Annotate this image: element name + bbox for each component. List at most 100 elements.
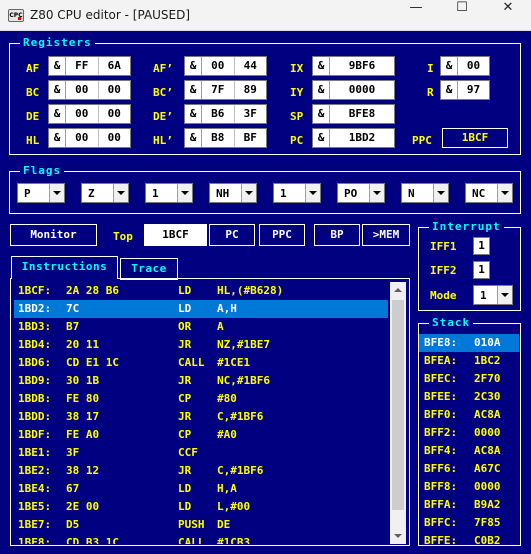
stack-entry[interactable]: BFF4: AC8A	[419, 442, 519, 460]
reg-r-field[interactable]: & 97	[440, 80, 490, 100]
reg-pc-field[interactable]: & 1BD2	[312, 128, 395, 148]
stack-entry[interactable]: BFF2: 0000	[419, 424, 519, 442]
stack-entry[interactable]: BFEC: 2F70	[419, 370, 519, 388]
iff1-field[interactable]: 1	[473, 237, 490, 255]
stack-entry[interactable]: C000: 0000	[419, 550, 519, 554]
flag-parity-select[interactable]: PO	[337, 183, 385, 203]
reg-de-field[interactable]: & 00 00	[48, 104, 131, 124]
stack-entry[interactable]: BFF8: 0000	[419, 478, 519, 496]
instruction-row[interactable]: 1BD9: 30 1B JR NC,#1BF6	[14, 372, 388, 390]
flag-sign-select[interactable]: P	[17, 183, 65, 203]
reg-hl-field[interactable]: & 00 00	[48, 128, 131, 148]
scroll-thumb[interactable]	[392, 300, 404, 510]
stack-entry[interactable]: BFE8: 010A	[419, 334, 519, 352]
instruction-row[interactable]: 1BE1: 3F CCF	[14, 444, 388, 462]
reg-iy-field[interactable]: & 0000	[312, 80, 395, 100]
reg-hl-hi[interactable]: 00	[66, 129, 98, 147]
reg-sp-field[interactable]: & BFE8	[312, 104, 395, 124]
reg-i-field[interactable]: & 00	[440, 56, 490, 76]
stack-entry[interactable]: BFF0: AC8A	[419, 406, 519, 424]
reg-bc-alt-field[interactable]: & 7F 89	[184, 80, 267, 100]
reg-bc-hi[interactable]: 00	[66, 81, 98, 99]
reg-pc-value[interactable]: 1BD2	[330, 129, 394, 147]
top-address-field[interactable]: 1BCF	[144, 224, 207, 246]
reg-af-lo[interactable]: 6A	[97, 57, 131, 75]
reg-hl-alt-hi[interactable]: B8	[202, 129, 234, 147]
instruction-row[interactable]: 1BD6: CD E1 1C CALL #1CE1	[14, 354, 388, 372]
stack-entry[interactable]: BFFA: B9A2	[419, 496, 519, 514]
reg-hl-alt-field[interactable]: & B8 BF	[184, 128, 267, 148]
scroll-down-icon[interactable]	[390, 528, 406, 544]
interrupt-mode-select[interactable]: 1	[473, 285, 513, 305]
reg-hl-alt-lo[interactable]: BF	[233, 129, 267, 147]
stack-entry[interactable]: BFEE: 2C30	[419, 388, 519, 406]
instruction-row[interactable]: 1BD3: B7 OR A	[14, 318, 388, 336]
dropdown-arrow-icon[interactable]	[497, 286, 512, 304]
monitor-button[interactable]: Monitor	[10, 224, 97, 246]
instruction-row[interactable]: 1BCF: 2A 28 B6 LD HL,(#B628)	[14, 282, 388, 300]
dropdown-arrow-icon[interactable]	[369, 184, 384, 202]
maximize-icon[interactable]: ☐	[439, 0, 485, 31]
ppc-button[interactable]: PPC	[259, 224, 305, 246]
instruction-row[interactable]: 1BE4: 67 LD H,A	[14, 480, 388, 498]
dropdown-arrow-icon[interactable]	[433, 184, 448, 202]
reg-bc-lo[interactable]: 00	[97, 81, 131, 99]
reg-de-alt-lo[interactable]: 3F	[233, 105, 267, 123]
minimize-icon[interactable]: —	[393, 0, 439, 31]
instruction-scrollbar[interactable]	[390, 282, 406, 544]
reg-ix-field[interactable]: & 9BF6	[312, 56, 395, 76]
flag-halfcarry-select[interactable]: NH	[209, 183, 257, 203]
reg-de-hi[interactable]: 00	[66, 105, 98, 123]
dropdown-arrow-icon[interactable]	[177, 184, 192, 202]
dropdown-arrow-icon[interactable]	[113, 184, 128, 202]
reg-hl-lo[interactable]: 00	[97, 129, 131, 147]
iff2-field[interactable]: 1	[473, 261, 490, 279]
reg-i-value[interactable]: 00	[458, 57, 489, 75]
reg-de-alt-field[interactable]: & B6 3F	[184, 104, 267, 124]
stack-entry[interactable]: BFF6: A67C	[419, 460, 519, 478]
reg-ix-value[interactable]: 9BF6	[330, 57, 394, 75]
reg-de-lo[interactable]: 00	[97, 105, 131, 123]
reg-af-alt-lo[interactable]: 44	[233, 57, 267, 75]
stack-entry[interactable]: BFFE: C0B2	[419, 532, 519, 550]
instruction-row[interactable]: 1BE2: 38 12 JR C,#1BF6	[14, 462, 388, 480]
reg-af-field[interactable]: & FF 6A	[48, 56, 131, 76]
instruction-row[interactable]: 1BDD: 38 17 JR C,#1BF6	[14, 408, 388, 426]
scroll-up-icon[interactable]	[390, 282, 406, 298]
flag-bit3-select[interactable]: 1	[273, 183, 321, 203]
instruction-row[interactable]: 1BD4: 20 11 JR NZ,#1BE7	[14, 336, 388, 354]
pc-button[interactable]: PC	[209, 224, 255, 246]
reg-bc-alt-hi[interactable]: 7F	[202, 81, 234, 99]
flag-zero-select[interactable]: Z	[81, 183, 129, 203]
dropdown-arrow-icon[interactable]	[241, 184, 256, 202]
reg-af-hi[interactable]: FF	[66, 57, 98, 75]
instruction-row[interactable]: 1BE7: D5 PUSH DE	[14, 516, 388, 534]
reg-iy-value[interactable]: 0000	[330, 81, 394, 99]
reg-de-alt-hi[interactable]: B6	[202, 105, 234, 123]
instruction-row[interactable]: 1BDF: FE A0 CP #A0	[14, 426, 388, 444]
dropdown-arrow-icon[interactable]	[497, 184, 512, 202]
dropdown-arrow-icon[interactable]	[305, 184, 320, 202]
stack-entry[interactable]: BFFC: 7F85	[419, 514, 519, 532]
instruction-row[interactable]: 1BD2: 7C LD A,H	[14, 300, 388, 318]
instruction-row[interactable]: 1BE8: CD B3 1C CALL #1CB3	[14, 534, 388, 544]
reg-bc-alt-lo[interactable]: 89	[233, 81, 267, 99]
tab-trace[interactable]: Trace	[120, 258, 178, 280]
instruction-list[interactable]: 1BCF: 2A 28 B6 LD HL,(#B628) 1BD2: 7C LD A,H 1BD…	[14, 282, 388, 544]
flag-bit5-select[interactable]: 1	[145, 183, 193, 203]
reg-bc-field[interactable]: & 00 00	[48, 80, 131, 100]
stack-entry[interactable]: BFEA: 1BC2	[419, 352, 519, 370]
reg-af-alt-hi[interactable]: 00	[202, 57, 234, 75]
dropdown-arrow-icon[interactable]	[49, 184, 64, 202]
bp-button[interactable]: BP	[314, 224, 360, 246]
tab-instructions[interactable]: Instructions	[11, 256, 118, 279]
reg-af-alt-field[interactable]: & 00 44	[184, 56, 267, 76]
close-icon[interactable]: ✕	[485, 0, 531, 31]
flag-carry-select[interactable]: NC	[465, 183, 513, 203]
flag-subtract-select[interactable]: N	[401, 183, 449, 203]
instruction-row[interactable]: 1BDB: FE 80 CP #80	[14, 390, 388, 408]
reg-r-value[interactable]: 97	[458, 81, 489, 99]
memory-button[interactable]: >MEM	[362, 224, 410, 246]
instruction-row[interactable]: 1BE5: 2E 00 LD L,#00	[14, 498, 388, 516]
reg-sp-value[interactable]: BFE8	[330, 105, 394, 123]
